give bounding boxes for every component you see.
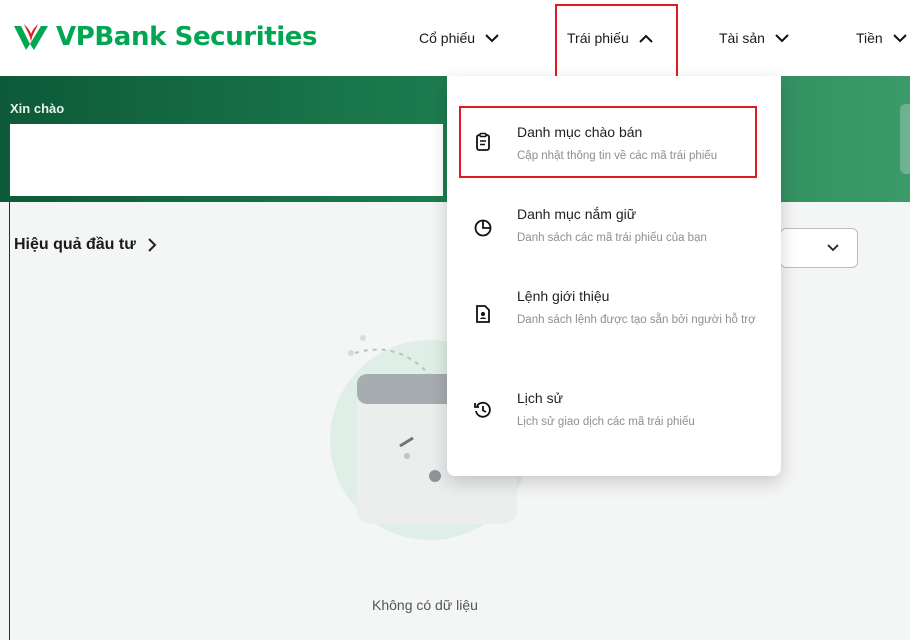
nav-label: Tài sản xyxy=(719,30,765,46)
content-left-border xyxy=(9,202,10,640)
vpbank-logo-icon xyxy=(14,24,48,50)
user-name-box xyxy=(10,124,443,196)
chevron-down-icon xyxy=(827,244,839,252)
menu-item-title: Danh mục nắm giữ xyxy=(517,206,637,222)
menu-item-history[interactable]: Lịch sử Lịch sử giao dịch các mã trái ph… xyxy=(459,382,769,438)
menu-item-desc: Danh sách lệnh được tạo sẵn bởi người hỗ… xyxy=(517,314,756,326)
bond-dropdown-menu: Danh mục chào bán Cập nhật thông tin về … xyxy=(447,76,781,476)
chevron-down-icon xyxy=(485,33,499,42)
chevron-up-icon xyxy=(639,34,653,43)
nav-co-phieu[interactable]: Cổ phiếu xyxy=(419,24,499,52)
menu-item-desc: Lịch sử giao dịch các mã trái phiếu xyxy=(517,416,695,428)
nav-label: Trái phiếu xyxy=(567,30,629,46)
clipboard-icon xyxy=(476,132,490,151)
period-select[interactable] xyxy=(780,228,858,268)
banner-side-card[interactable] xyxy=(900,104,910,174)
menu-item-offer-list[interactable]: Danh mục chào bán Cập nhật thông tin về … xyxy=(459,116,769,172)
chevron-down-icon xyxy=(775,33,789,42)
performance-label: Hiệu quả đầu tư xyxy=(14,236,136,253)
greeting-text: Xin chào xyxy=(10,101,65,116)
menu-item-title: Lịch sử xyxy=(517,390,563,406)
chevron-down-icon xyxy=(893,33,907,42)
menu-item-holdings[interactable]: Danh mục nắm giữ Danh sách các mã trái p… xyxy=(459,198,769,258)
nav-label: Tiền xyxy=(856,30,883,46)
menu-item-title: Danh mục chào bán xyxy=(517,124,643,140)
empty-state-text: Không có dữ liệu xyxy=(372,597,478,613)
menu-item-referral-orders[interactable]: Lệnh giới thiệu Danh sách lệnh được tạo … xyxy=(459,280,769,356)
history-icon xyxy=(474,401,491,418)
chevron-right-icon xyxy=(148,238,157,252)
brand-name: VPBank Securities xyxy=(56,22,318,52)
menu-item-desc: Cập nhật thông tin về các mã trái phiếu xyxy=(517,150,718,162)
nav-tien[interactable]: Tiền xyxy=(856,24,907,52)
nav-tai-san[interactable]: Tài sản xyxy=(719,24,789,52)
menu-item-desc: Danh sách các mã trái phiếu của bạn xyxy=(517,232,707,244)
brand-logo[interactable]: VPBank Securities xyxy=(12,22,317,52)
document-user-icon xyxy=(476,305,490,323)
performance-link[interactable]: Hiệu quả đầu tư xyxy=(14,236,157,254)
menu-item-title: Lệnh giới thiệu xyxy=(517,288,610,304)
nav-label: Cổ phiếu xyxy=(419,30,476,46)
nav-trai-phieu[interactable]: Trái phiếu xyxy=(567,24,653,52)
pie-chart-icon xyxy=(474,219,492,237)
